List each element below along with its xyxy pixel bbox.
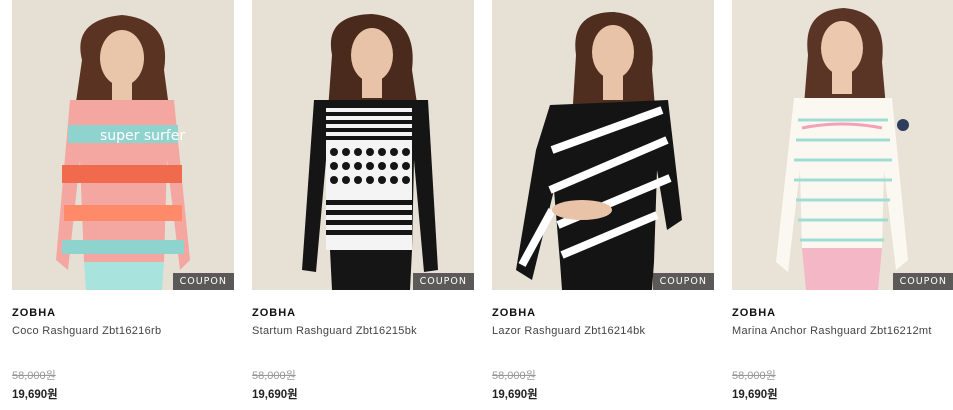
sale-price: 19,690원 bbox=[492, 389, 538, 401]
sale-price: 19,690원 bbox=[252, 389, 298, 401]
sale-price: 19,690원 bbox=[12, 389, 58, 401]
product-photo-coral-rashguard: super surfer bbox=[12, 0, 234, 290]
product-image[interactable]: COUPON bbox=[492, 0, 714, 290]
product-name[interactable]: Lazor Rashguard Zbt16214bk bbox=[492, 325, 645, 337]
coupon-badge: COUPON bbox=[172, 273, 234, 290]
product-card[interactable]: super surfer COUPON ZOBHA Coco Rashguard… bbox=[12, 0, 234, 410]
original-price: 58,000원 bbox=[732, 370, 776, 382]
product-photo-dot-rashguard bbox=[252, 0, 474, 290]
coupon-badge: COUPON bbox=[412, 273, 474, 290]
sale-price: 19,690원 bbox=[732, 389, 778, 401]
product-name[interactable]: Startum Rashguard Zbt16215bk bbox=[252, 325, 417, 337]
product-image[interactable]: COUPON bbox=[732, 0, 953, 290]
product-photo-diagonal-rashguard bbox=[492, 0, 714, 290]
coupon-badge: COUPON bbox=[892, 273, 953, 290]
coupon-badge: COUPON bbox=[652, 273, 714, 290]
original-price: 58,000원 bbox=[12, 370, 56, 382]
product-brand[interactable]: ZOBHA bbox=[252, 307, 296, 319]
original-price: 58,000원 bbox=[492, 370, 536, 382]
product-card[interactable]: COUPON ZOBHA Marina Anchor Rashguard Zbt… bbox=[732, 0, 953, 410]
product-grid: super surfer COUPON ZOBHA Coco Rashguard… bbox=[0, 0, 953, 410]
product-brand[interactable]: ZOBHA bbox=[12, 307, 56, 319]
product-image[interactable]: super surfer COUPON bbox=[12, 0, 234, 290]
original-price: 58,000원 bbox=[252, 370, 296, 382]
product-brand[interactable]: ZOBHA bbox=[732, 307, 776, 319]
product-name[interactable]: Coco Rashguard Zbt16216rb bbox=[12, 325, 161, 337]
product-image[interactable]: COUPON bbox=[252, 0, 474, 290]
product-photo-mint-rashguard bbox=[732, 0, 953, 290]
product-name[interactable]: Marina Anchor Rashguard Zbt16212mt bbox=[732, 325, 932, 337]
product-card[interactable]: COUPON ZOBHA Lazor Rashguard Zbt16214bk … bbox=[492, 0, 714, 410]
product-brand[interactable]: ZOBHA bbox=[492, 307, 536, 319]
print-text: super surfer bbox=[100, 128, 185, 144]
product-card[interactable]: COUPON ZOBHA Startum Rashguard Zbt16215b… bbox=[252, 0, 474, 410]
